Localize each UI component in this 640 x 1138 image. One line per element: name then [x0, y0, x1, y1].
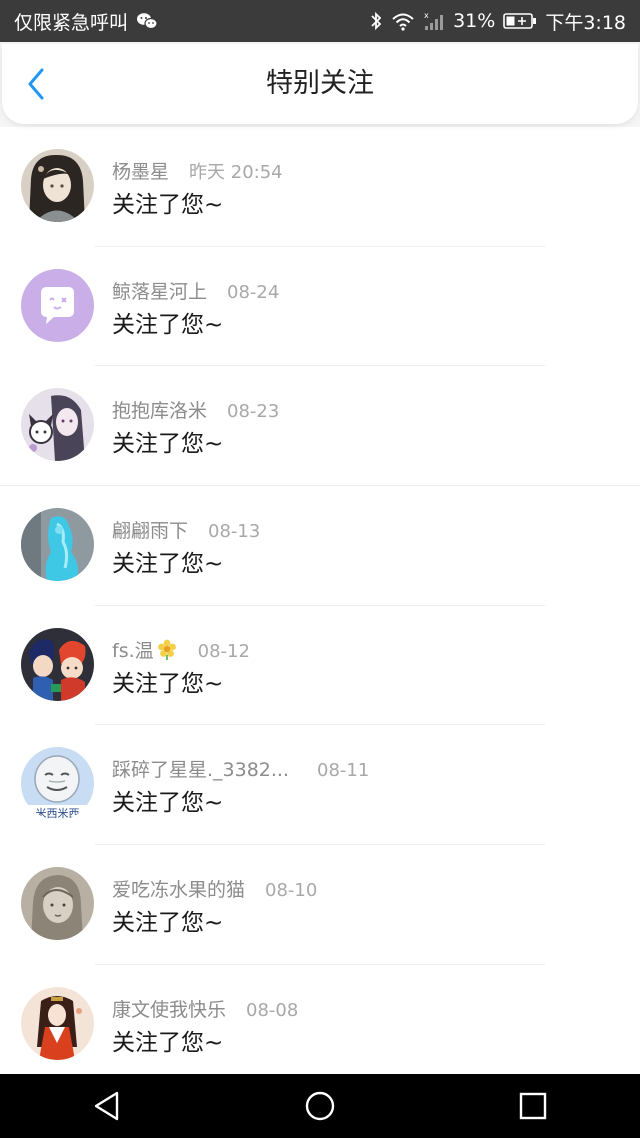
user-nickname[interactable]: 爱吃冻水果的猫 [112, 875, 245, 902]
avatar[interactable] [21, 986, 94, 1060]
recents-square-icon [520, 1092, 547, 1120]
avatar-caption: 米西米西 [36, 807, 80, 820]
user-nickname[interactable]: 踩碎了星星._3382... [112, 755, 289, 782]
status-right: x 31% 下午3:18 [369, 8, 626, 35]
home-circle-icon [305, 1091, 335, 1121]
user-nickname[interactable]: 康文使我快乐 [112, 995, 226, 1022]
signal-icon: x [423, 11, 445, 31]
status-left: 仅限紧急呼叫 [14, 8, 158, 35]
battery-icon [503, 12, 537, 30]
avatar[interactable] [21, 867, 94, 941]
row-header: 杨墨星 昨天 20:54 [112, 157, 283, 184]
back-triangle-icon [94, 1091, 118, 1121]
back-button[interactable] [16, 64, 56, 104]
user-nickname[interactable]: 抱抱库洛米 [112, 396, 207, 423]
user-nickname[interactable]: 鲸落星河上 [112, 277, 207, 304]
user-nickname[interactable]: 翩翩雨下 [112, 516, 188, 543]
nav-home-button[interactable] [290, 1076, 350, 1136]
row-header: fs.温 08-12 [112, 636, 250, 663]
avatar[interactable] [21, 508, 94, 582]
page-title: 特别关注 [266, 68, 374, 99]
timestamp: 08-12 [197, 640, 250, 662]
bluetooth-icon [369, 11, 383, 31]
list-item[interactable]: 康文使我快乐 08-08 关注了您~ [0, 965, 640, 1085]
avatar[interactable]: 米西米西 [21, 747, 94, 821]
header-container: 特别关注 [0, 42, 640, 127]
row-header: 踩碎了星星._3382... 08-11 [112, 755, 369, 782]
message-text: 关注了您~ [112, 910, 224, 937]
flower-icon [156, 638, 178, 661]
timestamp: 08-24 [227, 281, 280, 303]
avatar[interactable] [21, 627, 94, 701]
list-item[interactable]: 杨墨星 昨天 20:54 关注了您~ [0, 127, 640, 247]
carrier-text: 仅限紧急呼叫 [14, 11, 129, 34]
user-nickname[interactable]: 杨墨星 [112, 157, 169, 184]
message-text: 关注了您~ [112, 551, 224, 578]
avatar[interactable] [21, 388, 94, 462]
timestamp: 08-08 [246, 999, 299, 1021]
clock: 下午3:18 [545, 11, 626, 34]
wechat-icon [136, 12, 158, 30]
message-text: 关注了您~ [112, 670, 224, 697]
header: 特别关注 [2, 44, 638, 124]
list-item[interactable]: 鲸落星河上 08-24 关注了您~ [0, 247, 640, 367]
system-nav-bar [0, 1074, 640, 1138]
row-header: 翩翩雨下 08-13 [112, 516, 260, 543]
timestamp: 昨天 20:54 [189, 162, 283, 183]
row-header: 鲸落星河上 08-24 [112, 277, 279, 304]
timestamp: 08-23 [227, 401, 280, 423]
timestamp: 08-13 [208, 521, 261, 543]
message-text: 关注了您~ [112, 790, 224, 817]
list-item[interactable]: 米西米西 踩碎了星星._3382... 08-11 关注了您~ [0, 725, 640, 846]
message-text: 关注了您~ [112, 192, 224, 218]
message-text: 关注了您~ [112, 1029, 224, 1056]
user-nickname[interactable]: fs.温 [112, 636, 154, 663]
battery-percent: 31% [453, 10, 496, 32]
message-text: 关注了您~ [112, 431, 224, 458]
list-item[interactable]: 爱吃冻水果的猫 08-10 关注了您~ [0, 845, 640, 965]
wifi-icon [391, 11, 415, 31]
timestamp: 08-11 [317, 760, 370, 782]
chevron-left-icon [28, 68, 44, 100]
status-bar: 仅限紧急呼叫 x 31% 下午3:18 [0, 0, 640, 42]
message-text: 关注了您~ [112, 311, 224, 338]
timestamp: 08-10 [265, 880, 318, 902]
list-item[interactable]: fs.温 08-12 关注了您~ [0, 606, 640, 726]
nav-recents-button[interactable] [503, 1076, 563, 1136]
row-header: 爱吃冻水果的猫 08-10 [112, 875, 317, 902]
list-item[interactable]: 抱抱库洛米 08-23 关注了您~ [0, 366, 640, 487]
row-header: 抱抱库洛米 08-23 [112, 396, 279, 423]
list-item[interactable]: 翩翩雨下 08-13 关注了您~ [0, 486, 640, 606]
svg-text:x: x [424, 11, 429, 20]
follow-notification-list: 杨墨星 昨天 20:54 关注了您~ 鲸落星河上 08-24 关注了您~ 抱抱库… [0, 127, 640, 1085]
row-header: 康文使我快乐 08-08 [112, 995, 298, 1022]
avatar[interactable] [21, 268, 94, 342]
nav-back-button[interactable] [77, 1076, 137, 1136]
avatar[interactable] [21, 149, 94, 222]
